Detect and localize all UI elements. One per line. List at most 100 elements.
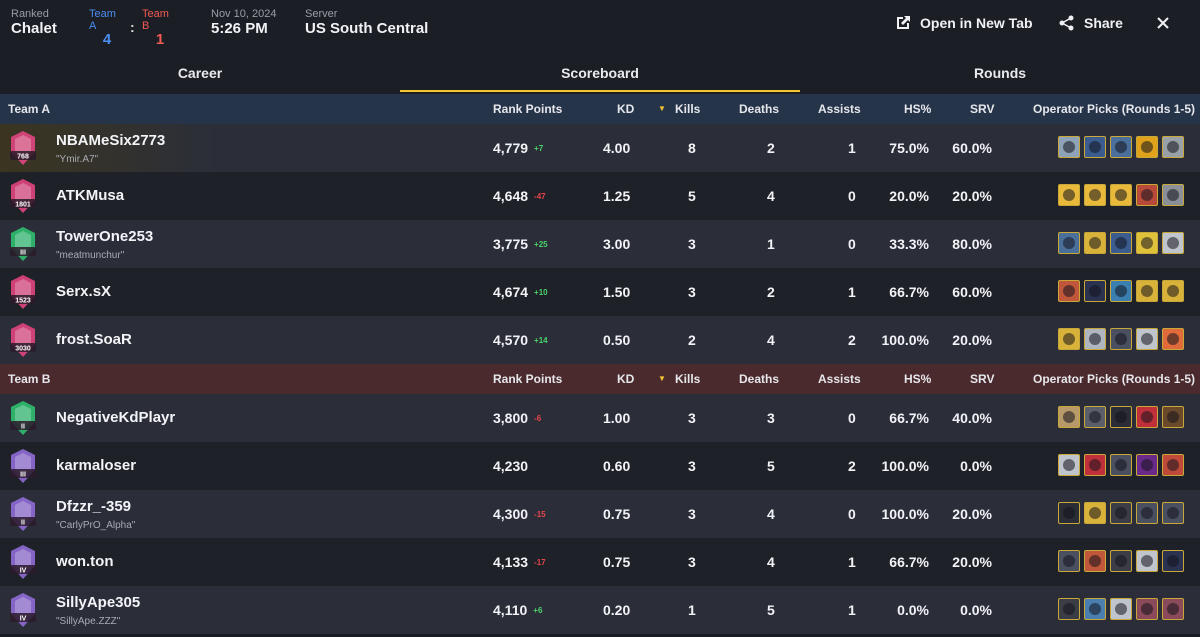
operator-icon[interactable] <box>1162 598 1184 620</box>
player-name[interactable]: NBAMeSix2773 <box>56 132 165 149</box>
map-name: Chalet <box>11 20 57 37</box>
col-kd[interactable]: KD <box>617 372 634 386</box>
col-assists[interactable]: Assists <box>818 102 861 116</box>
operator-icon[interactable] <box>1136 502 1158 524</box>
operator-icon[interactable] <box>1110 502 1132 524</box>
operator-icon[interactable] <box>1110 328 1132 350</box>
operator-icon[interactable] <box>1162 136 1184 158</box>
tab-scoreboard[interactable]: Scoreboard <box>400 48 800 94</box>
player-row[interactable]: 3030 frost.SoaR 4,570 +14 0.50 2 4 2 100.0% 20.0% <box>0 316 1200 364</box>
player-row[interactable]: III TowerOne253 "meatmunchur" 3,775 +25 3.00 3… <box>0 220 1200 268</box>
operator-icon[interactable] <box>1058 232 1080 254</box>
col-srv[interactable]: SRV <box>970 372 994 386</box>
hs-cell: 100.0% <box>881 506 929 522</box>
col-hs[interactable]: HS% <box>904 102 931 116</box>
operator-icon[interactable] <box>1136 550 1158 572</box>
player-row[interactable]: III karmaloser 4,230 0.60 3 5 2 100.0% 0.0% <box>0 442 1200 490</box>
operator-icon[interactable] <box>1110 136 1132 158</box>
operator-icon[interactable] <box>1162 502 1184 524</box>
player-row[interactable]: IV SillyApe305 "SillyApe.ZZZ" 4,110 +6 0.20 1 5… <box>0 586 1200 634</box>
operator-icon[interactable] <box>1162 232 1184 254</box>
operator-icon[interactable] <box>1084 184 1106 206</box>
col-kills[interactable]: Kills <box>675 102 700 116</box>
rank-points-value: 3,775 <box>493 236 529 252</box>
player-row[interactable]: II Dfzzr_-359 "CarlyPrO_Alpha" 4,300 -15 0.75… <box>0 490 1200 538</box>
operator-icon[interactable] <box>1110 550 1132 572</box>
operator-icon[interactable] <box>1110 454 1132 476</box>
operator-icon[interactable] <box>1084 406 1106 428</box>
close-button[interactable] <box>1155 12 1171 34</box>
operator-icon[interactable] <box>1136 406 1158 428</box>
operator-icon[interactable] <box>1110 232 1132 254</box>
operator-icon[interactable] <box>1136 136 1158 158</box>
operator-icon[interactable] <box>1136 328 1158 350</box>
operator-icon[interactable] <box>1084 502 1106 524</box>
player-row[interactable]: II NegativeKdPlayr 3,800 -6 1.00 3 3 0 66.7% 40.0… <box>0 394 1200 442</box>
operator-icon[interactable] <box>1136 280 1158 302</box>
operator-icon[interactable] <box>1058 280 1080 302</box>
kd-cell: 3.00 <box>603 236 631 252</box>
col-srv[interactable]: SRV <box>970 102 994 116</box>
rank-points-delta: +25 <box>534 239 548 249</box>
operator-icon[interactable] <box>1162 280 1184 302</box>
operator-icon[interactable] <box>1058 136 1080 158</box>
operator-icon[interactable] <box>1084 598 1106 620</box>
operator-icon[interactable] <box>1058 406 1080 428</box>
player-name[interactable]: won.ton <box>56 553 113 570</box>
col-kills[interactable]: Kills <box>675 372 700 386</box>
player-name[interactable]: karmaloser <box>56 457 136 474</box>
player-name[interactable]: SillyApe305 <box>56 594 140 611</box>
col-rank-points[interactable]: Rank Points <box>493 102 562 116</box>
operator-icon[interactable] <box>1058 328 1080 350</box>
player-name[interactable]: TowerOne253 <box>56 228 153 245</box>
col-assists[interactable]: Assists <box>818 372 861 386</box>
operator-icon[interactable] <box>1058 502 1080 524</box>
kd-cell: 1.25 <box>603 188 631 204</box>
player-row[interactable]: 1801 ATKMusa 4,648 -47 1.25 5 4 0 20.0% 20.0% <box>0 172 1200 220</box>
player-row[interactable]: 768 NBAMeSix2773 "Ymir.A7" 4,779 +7 4.00 8 2 1 75… <box>0 124 1200 172</box>
kd-cell: 0.20 <box>603 602 631 618</box>
tab-rounds[interactable]: Rounds <box>800 48 1200 94</box>
player-name[interactable]: NegativeKdPlayr <box>56 409 175 426</box>
col-kd[interactable]: KD <box>617 102 634 116</box>
operator-icon[interactable] <box>1084 328 1106 350</box>
deaths-cell: 4 <box>767 554 775 570</box>
operator-icon[interactable] <box>1058 454 1080 476</box>
operator-icon[interactable] <box>1084 232 1106 254</box>
operator-icon[interactable] <box>1058 550 1080 572</box>
player-row[interactable]: 1523 Serx.sX 4,674 +10 1.50 3 2 1 66.7% 60.0% <box>0 268 1200 316</box>
open-new-tab-button[interactable]: Open in New Tab <box>894 12 1033 34</box>
tab-career[interactable]: Career <box>0 48 400 94</box>
col-hs[interactable]: HS% <box>904 372 931 386</box>
player-name[interactable]: frost.SoaR <box>56 331 132 348</box>
col-rank-points[interactable]: Rank Points <box>493 372 562 386</box>
operator-icon[interactable] <box>1162 328 1184 350</box>
col-deaths[interactable]: Deaths <box>739 102 779 116</box>
operator-icon[interactable] <box>1110 406 1132 428</box>
operator-icon[interactable] <box>1084 550 1106 572</box>
rank-badge-text: 1523 <box>15 298 31 305</box>
operator-icon[interactable] <box>1162 550 1184 572</box>
operator-icon[interactable] <box>1162 184 1184 206</box>
col-deaths[interactable]: Deaths <box>739 372 779 386</box>
operator-icon[interactable] <box>1162 454 1184 476</box>
player-name[interactable]: ATKMusa <box>56 187 124 204</box>
operator-icon[interactable] <box>1162 406 1184 428</box>
operator-icon[interactable] <box>1058 598 1080 620</box>
operator-icon[interactable] <box>1136 232 1158 254</box>
player-row[interactable]: IV won.ton 4,133 -17 0.75 3 4 1 66.7% 20.0% <box>0 538 1200 586</box>
share-button[interactable]: Share <box>1058 12 1123 34</box>
operator-icon[interactable] <box>1084 136 1106 158</box>
player-name[interactable]: Dfzzr_-359 <box>56 498 131 515</box>
kills-cell: 8 <box>688 140 696 156</box>
operator-icon[interactable] <box>1136 598 1158 620</box>
operator-icon[interactable] <box>1110 280 1132 302</box>
operator-icon[interactable] <box>1084 280 1106 302</box>
operator-icon[interactable] <box>1136 184 1158 206</box>
operator-icon[interactable] <box>1110 598 1132 620</box>
player-name[interactable]: Serx.sX <box>56 283 111 300</box>
operator-icon[interactable] <box>1110 184 1132 206</box>
operator-icon[interactable] <box>1136 454 1158 476</box>
operator-icon[interactable] <box>1058 184 1080 206</box>
operator-icon[interactable] <box>1084 454 1106 476</box>
